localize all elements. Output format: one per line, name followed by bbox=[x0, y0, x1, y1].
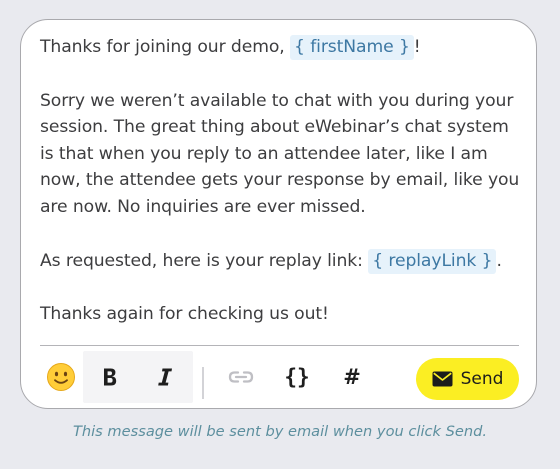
insert-link-button[interactable] bbox=[221, 358, 261, 396]
send-label: Send bbox=[460, 369, 504, 389]
message-editor[interactable]: Thanks for joining our demo, { firstName… bbox=[40, 34, 526, 328]
toolbar-divider bbox=[40, 345, 519, 346]
bold-button[interactable]: B bbox=[91, 358, 129, 396]
message-composer: Thanks for joining our demo, { firstName… bbox=[20, 19, 537, 409]
italic-icon bbox=[158, 368, 172, 386]
body-paragraph: Sorry we weren’t available to chat with … bbox=[40, 90, 520, 217]
toolbar-separator bbox=[202, 367, 204, 399]
greeting-suffix: ! bbox=[413, 37, 421, 57]
hashtag-icon: # bbox=[343, 365, 361, 389]
envelope-icon bbox=[432, 371, 453, 387]
formatting-toolbar: B I {} # Send bbox=[21, 347, 536, 407]
replay-link-token[interactable]: { replayLink } bbox=[368, 248, 497, 274]
curly-braces-icon: {} bbox=[284, 365, 310, 389]
greeting-paragraph: Thanks for joining our demo, { firstName… bbox=[40, 34, 526, 61]
link-icon bbox=[228, 371, 254, 383]
italic-button[interactable]: I bbox=[146, 358, 184, 396]
hashtag-button[interactable]: # bbox=[334, 358, 370, 396]
smiley-icon bbox=[47, 363, 75, 391]
emoji-button[interactable] bbox=[42, 358, 80, 396]
closing-paragraph: Thanks again for checking us out! bbox=[40, 304, 329, 325]
greeting-text: Thanks for joining our demo, bbox=[40, 37, 290, 57]
merge-tag-button[interactable]: {} bbox=[277, 358, 317, 396]
first-name-token[interactable]: { firstName } bbox=[290, 35, 414, 60]
helper-text: This message will be sent by email when … bbox=[72, 423, 488, 440]
bold-icon bbox=[104, 368, 117, 386]
replay-text: As requested, here is your replay link: bbox=[40, 250, 369, 271]
send-button[interactable]: Send bbox=[416, 358, 519, 400]
replay-paragraph: As requested, here is your replay link: … bbox=[40, 248, 526, 275]
replay-suffix: . bbox=[496, 250, 502, 271]
